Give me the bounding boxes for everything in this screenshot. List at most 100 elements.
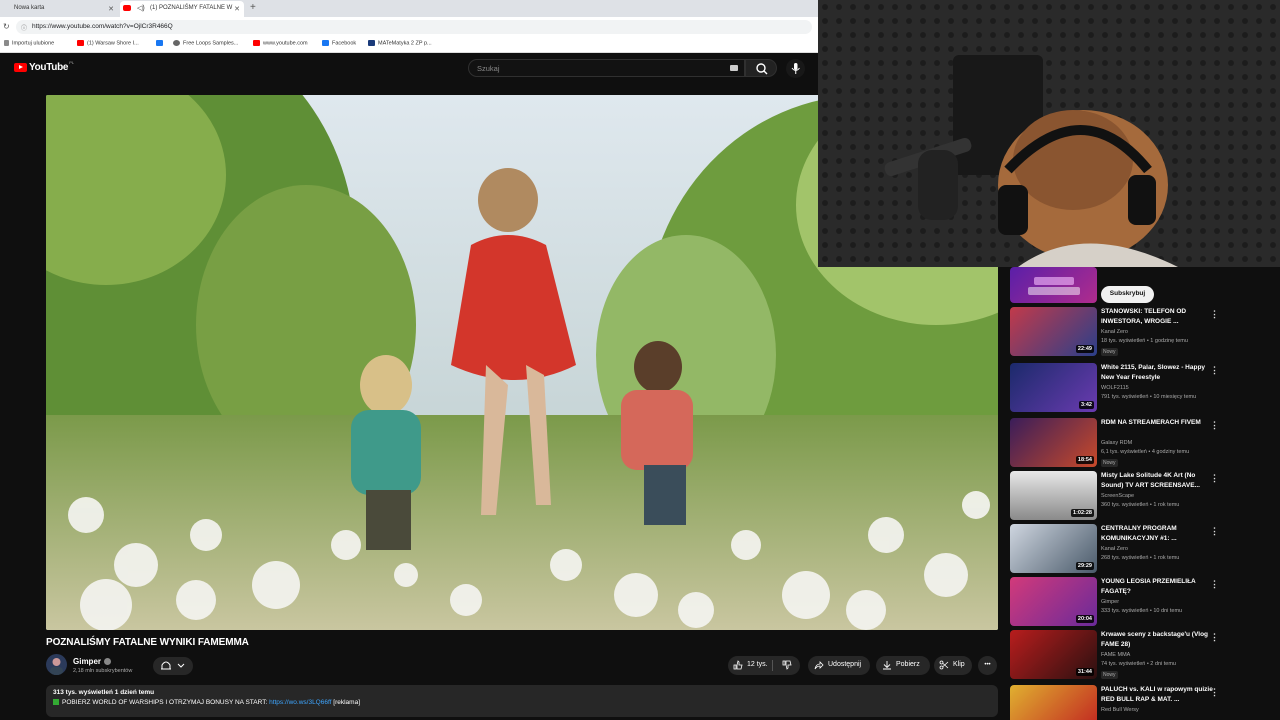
rec-item[interactable]: 1:02:28 Misty Lake Solitude 4K Art (No S… bbox=[1010, 471, 1275, 521]
bookmark-youtube[interactable]: www.youtube.com bbox=[253, 40, 308, 46]
rec-channel[interactable]: Galaxy RDM bbox=[1101, 440, 1132, 446]
rec-title[interactable]: PALUCH vs. KALI w rapowym quizie RED BUL… bbox=[1101, 685, 1213, 705]
subscribed-notifications-button[interactable] bbox=[153, 657, 193, 675]
bookmark-warsaw-shore[interactable]: (1) Warsaw Shore I... bbox=[77, 40, 139, 46]
youtube-logo[interactable]: YouTube PL bbox=[14, 60, 75, 73]
new-badge: Nowy bbox=[1101, 671, 1118, 679]
rec-more-icon[interactable]: ⋮ bbox=[1210, 579, 1219, 590]
rec-more-icon[interactable]: ⋮ bbox=[1210, 420, 1219, 431]
new-tab-plus-icon[interactable]: + bbox=[250, 2, 256, 13]
avatar-image bbox=[50, 658, 63, 675]
rec-thumbnail[interactable] bbox=[1010, 685, 1097, 720]
speaker-icon[interactable]: ◁) bbox=[137, 4, 145, 12]
rec-channel[interactable]: Red Bull Wersy bbox=[1101, 707, 1139, 713]
search-button[interactable] bbox=[745, 59, 777, 77]
channel-name: Gimper bbox=[73, 657, 102, 666]
rec-more-icon[interactable]: ⋮ bbox=[1210, 632, 1219, 643]
download-button[interactable]: Pobierz bbox=[876, 656, 930, 675]
rec-title[interactable]: Krwawe sceny z backstage'u (Vlog FAME 28… bbox=[1101, 630, 1213, 650]
voice-search-button[interactable] bbox=[786, 59, 805, 78]
dislike-button[interactable] bbox=[774, 656, 800, 675]
rec-title[interactable]: White 2115, Palar, Slowez - Happy New Ye… bbox=[1101, 363, 1213, 383]
download-icon bbox=[883, 661, 891, 670]
subscriber-count: 2,18 mln subskrybentów bbox=[73, 668, 133, 674]
share-button[interactable]: Udostępnij bbox=[808, 656, 870, 675]
bookmark-label: MATeMatyka 2 ZP p... bbox=[378, 40, 432, 47]
share-icon bbox=[814, 661, 824, 670]
rec-item[interactable]: 29:29 CENTRALNY PROGRAM KOMUNIKACYJNY #1… bbox=[1010, 524, 1275, 574]
rec-title[interactable]: RDM NA STREAMERACH FIVEM bbox=[1101, 418, 1213, 428]
globe-icon bbox=[173, 40, 180, 46]
green-square-icon bbox=[53, 699, 59, 705]
bookmark-facebook-icon-only[interactable] bbox=[156, 40, 166, 46]
bookmark-site-icon bbox=[368, 40, 375, 46]
rec-title[interactable]: STANOWSKI: TELEFON OD INWESTORA, WROGIE … bbox=[1101, 307, 1213, 327]
rec-duration: 31:44 bbox=[1075, 668, 1094, 676]
share-label: Udostępnij bbox=[828, 661, 862, 668]
rec-more-icon[interactable]: ⋮ bbox=[1210, 309, 1219, 320]
rec-item[interactable]: 20:04 YOUNG LEOSIA PRZEMIELIŁA FAGATĘ? G… bbox=[1010, 577, 1275, 627]
tab-close-icon[interactable]: ✕ bbox=[108, 5, 114, 13]
rec-title[interactable]: Misty Lake Solitude 4K Art (No Sound) TV… bbox=[1101, 471, 1213, 491]
facebook-icon bbox=[156, 40, 163, 46]
rec-channel[interactable]: FAME MMA bbox=[1101, 652, 1130, 658]
tab-title: (1) POZNALIŚMY FATALNE W bbox=[150, 5, 233, 11]
like-count: 12 tys. bbox=[747, 661, 768, 668]
recommendations-list: 22:49 STANOWSKI: TELEFON OD INWESTORA, W… bbox=[1010, 267, 1280, 720]
bookmark-free-loops[interactable]: Free Loops Samples... bbox=[173, 40, 238, 46]
rec-more-icon[interactable]: ⋮ bbox=[1210, 473, 1219, 484]
reload-icon[interactable]: ↻ bbox=[3, 22, 10, 31]
rec-duration: 22:49 bbox=[1075, 345, 1094, 353]
rec-thumbnail[interactable]: 18:54 bbox=[1010, 418, 1097, 467]
rec-thumbnail[interactable]: 29:29 bbox=[1010, 524, 1097, 573]
rec-duration: 18:54 bbox=[1075, 456, 1094, 464]
channel-avatar[interactable] bbox=[46, 654, 67, 675]
rec-item[interactable]: 31:44 Krwawe sceny z backstage'u (Vlog F… bbox=[1010, 630, 1275, 680]
like-divider bbox=[772, 660, 773, 671]
rec-channel[interactable]: Kanał Zero bbox=[1101, 329, 1128, 335]
description-box[interactable]: 313 tys. wyświetleń 1 dzień temu POBIERZ… bbox=[46, 685, 998, 717]
rec-more-icon[interactable]: ⋮ bbox=[1210, 526, 1219, 537]
rec-more-icon[interactable]: ⋮ bbox=[1210, 365, 1219, 376]
rec-channel[interactable]: ScreenScape bbox=[1101, 493, 1134, 499]
rec-title[interactable]: CENTRALNY PROGRAM KOMUNIKACYJNY #1: ... bbox=[1101, 524, 1213, 544]
url-input[interactable]: ⓘ https://www.youtube.com/watch?v=OjlCr3… bbox=[16, 20, 812, 34]
keyboard-icon[interactable] bbox=[730, 65, 738, 71]
rec-item[interactable]: 3:42 White 2115, Palar, Slowez - Happy N… bbox=[1010, 363, 1275, 413]
description-link[interactable]: https://wo.ws/3LQ66ff bbox=[269, 699, 331, 706]
channel-name-link[interactable]: Gimper bbox=[73, 657, 112, 666]
bookmark-import[interactable]: Importuj ulubione bbox=[4, 40, 54, 46]
thumbs-down-icon bbox=[782, 660, 792, 670]
rec-channel[interactable]: Kanał Zero bbox=[1101, 546, 1128, 552]
rec-thumbnail[interactable]: 3:42 bbox=[1010, 363, 1097, 412]
rec-channel[interactable]: Gimper bbox=[1101, 599, 1119, 605]
bookmark-facebook[interactable]: Facebook bbox=[322, 40, 356, 46]
download-label: Pobierz bbox=[896, 661, 920, 668]
rec-thumbnail[interactable]: 20:04 bbox=[1010, 577, 1097, 626]
tab-close-icon[interactable]: ✕ bbox=[234, 5, 240, 13]
like-button[interactable]: 12 tys. bbox=[728, 656, 772, 675]
rec-item[interactable]: 18:54 RDM NA STREAMERACH FIVEM Galaxy RD… bbox=[1010, 418, 1275, 468]
bookmarks-bar: Importuj ulubione (1) Warsaw Shore I... … bbox=[0, 37, 818, 53]
rec-item[interactable]: 22:49 STANOWSKI: TELEFON OD INWESTORA, W… bbox=[1010, 307, 1275, 357]
logo-text: YouTube bbox=[29, 62, 69, 73]
clip-button[interactable]: Klip bbox=[934, 656, 972, 675]
bookmark-matematyka[interactable]: MATeMatyka 2 ZP p... bbox=[368, 40, 432, 46]
more-actions-button[interactable]: ••• bbox=[978, 656, 997, 675]
tab-youtube-video[interactable]: ◁) (1) POZNALIŚMY FATALNE W ✕ bbox=[120, 1, 244, 17]
rec-more-icon[interactable]: ⋮ bbox=[1210, 687, 1219, 698]
logo-country: PL bbox=[69, 60, 75, 65]
rec-channel[interactable]: WOLF2115 bbox=[1101, 385, 1129, 391]
rec-thumbnail[interactable]: 22:49 bbox=[1010, 307, 1097, 356]
clip-label: Klip bbox=[953, 661, 965, 668]
rec-meta: 360 tys. wyświetleń • 1 rok temu bbox=[1101, 502, 1180, 508]
rec-title[interactable]: YOUNG LEOSIA PRZEMIELIŁA FAGATĘ? bbox=[1101, 577, 1213, 597]
site-info-icon[interactable]: ⓘ bbox=[21, 23, 27, 32]
rec-thumbnail[interactable]: 1:02:28 bbox=[1010, 471, 1097, 520]
tab-new-tab[interactable]: Nowa karta ✕ bbox=[0, 1, 118, 17]
ad-tag: [reklama] bbox=[333, 699, 361, 706]
youtube-play-icon bbox=[14, 63, 27, 72]
rec-item[interactable]: PALUCH vs. KALI w rapowym quizie RED BUL… bbox=[1010, 685, 1275, 720]
search-input[interactable]: Szukaj bbox=[468, 59, 745, 77]
rec-thumbnail[interactable]: 31:44 bbox=[1010, 630, 1097, 679]
